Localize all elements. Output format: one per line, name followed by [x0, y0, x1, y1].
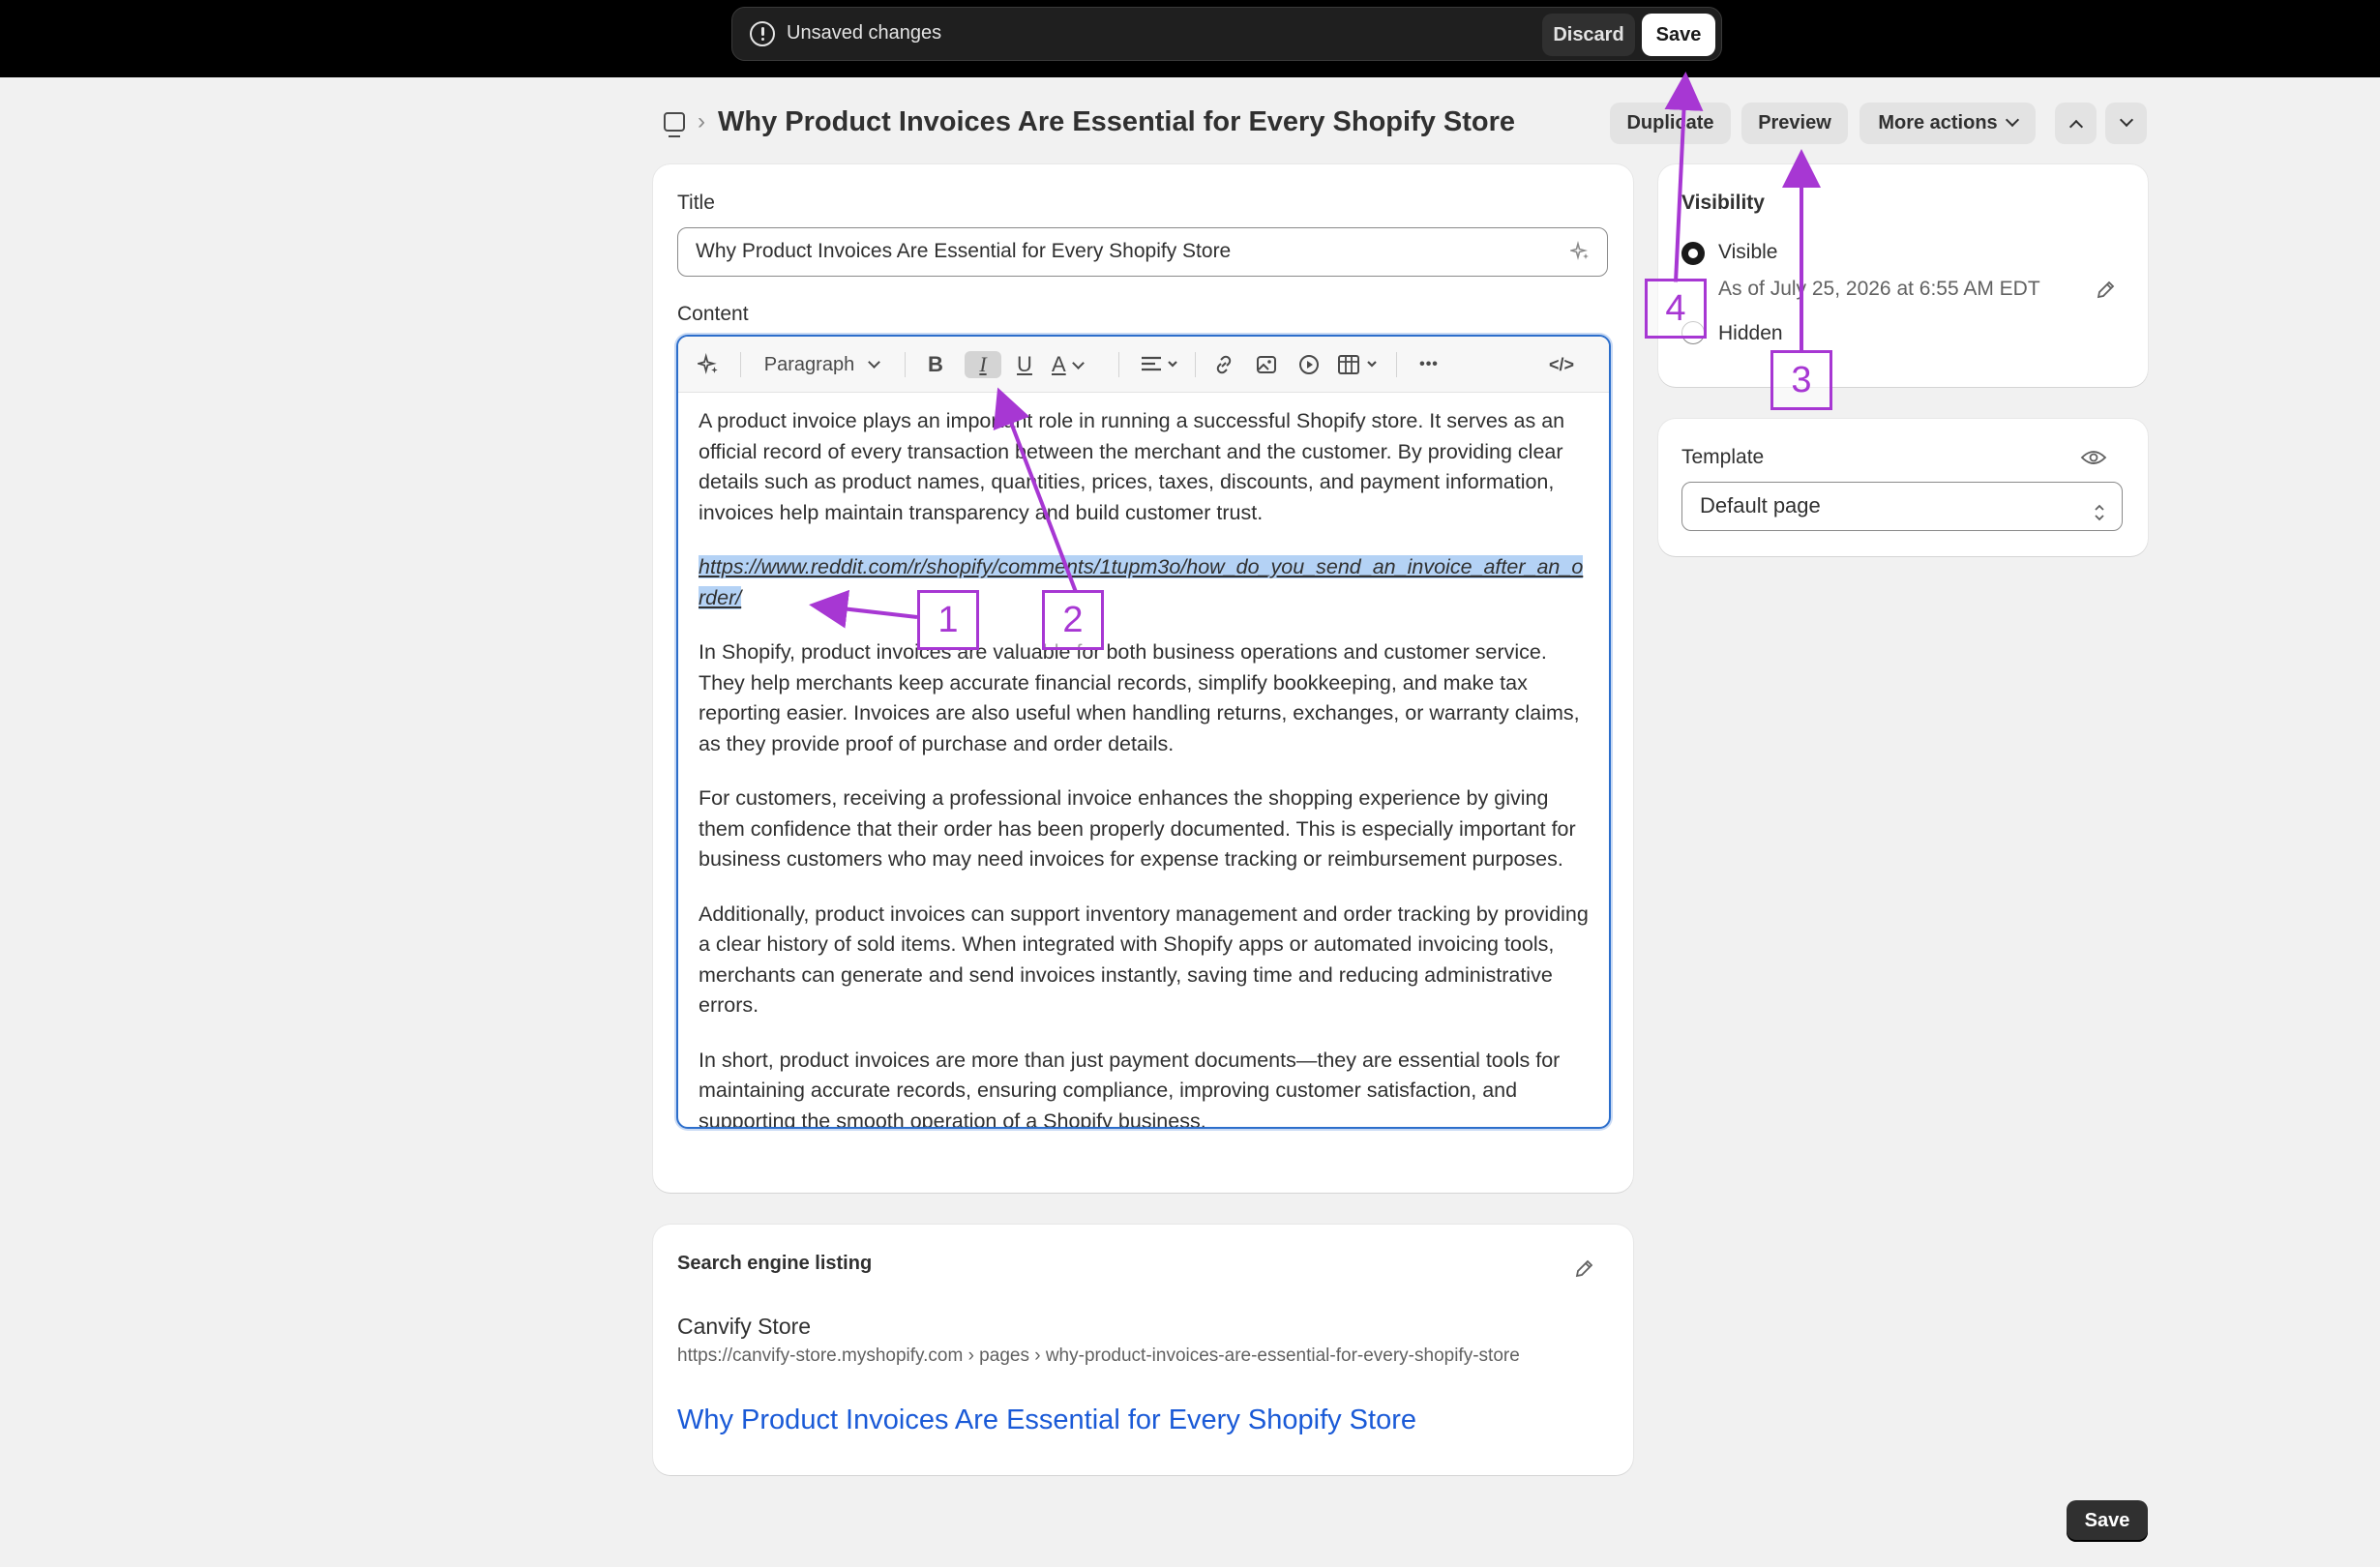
eye-icon[interactable]	[2080, 448, 2107, 472]
annotation-label-3: 3	[1770, 350, 1832, 410]
underline-button[interactable]: U	[1011, 351, 1038, 378]
content-paragraph: In Shopify, product invoices are valuabl…	[699, 640, 1580, 755]
chevron-down-icon	[2005, 112, 2019, 128]
chevron-down-icon	[868, 356, 881, 369]
editor-content[interactable]: A product invoice plays an important rol…	[699, 406, 1589, 1129]
link-icon	[1216, 355, 1232, 374]
chevron-down-icon	[1071, 357, 1085, 370]
more-actions-label: More actions	[1878, 112, 1998, 133]
template-heading: Template	[1681, 446, 1765, 468]
bold-button[interactable]: B	[922, 351, 949, 378]
seo-url: https://canvify-store.myshopify.com › pa…	[677, 1345, 1520, 1366]
text-color-button[interactable]: A	[1052, 351, 1102, 378]
visible-radio[interactable]	[1681, 242, 1705, 265]
editor-toolbar: Paragraph B I U A ••• </>	[678, 337, 1609, 393]
insert-table-button[interactable]	[1336, 351, 1383, 378]
template-card: Template Default page	[1658, 419, 2148, 556]
code-view-button[interactable]: </>	[1545, 351, 1578, 378]
seo-title: Why Product Invoices Are Essential for E…	[677, 1404, 1416, 1435]
sparkle-icon[interactable]	[695, 351, 723, 378]
page-title: Why Product Invoices Are Essential for E…	[718, 106, 1516, 137]
content-paragraph: Additionally, product invoices can suppo…	[699, 902, 1589, 1018]
page-content-card: Title Why Product Invoices Are Essential…	[653, 164, 1633, 1193]
sparkle-icon[interactable]	[1567, 240, 1592, 262]
visibility-card: Visibility Visible As of July 25, 2026 a…	[1658, 164, 2148, 387]
edit-seo-icon[interactable]	[1574, 1257, 1593, 1278]
seo-heading: Search engine listing	[677, 1253, 873, 1274]
insert-video-button[interactable]	[1295, 351, 1323, 378]
insert-link-button[interactable]	[1210, 351, 1237, 378]
table-icon	[1338, 355, 1377, 374]
search-engine-listing-card: Search engine listing Canvify Store http…	[653, 1225, 1633, 1475]
content-label: Content	[677, 303, 749, 325]
toolbar-divider	[1118, 352, 1119, 377]
select-chevrons-icon	[2093, 494, 2106, 541]
unsaved-changes-bar: Unsaved changes Discard Save	[731, 7, 1722, 61]
title-input[interactable]: Why Product Invoices Are Essential for E…	[677, 227, 1608, 277]
title-label: Title	[677, 192, 715, 214]
previous-page-button[interactable]	[2055, 103, 2097, 144]
content-paragraph: For customers, receiving a professional …	[699, 786, 1576, 871]
visibility-heading: Visibility	[1681, 192, 1765, 214]
template-select-value: Default page	[1700, 493, 1821, 517]
align-left-icon	[1142, 356, 1177, 371]
visible-date: As of July 25, 2026 at 6:55 AM EDT	[1718, 278, 2040, 300]
toolbar-divider	[1396, 352, 1397, 377]
rich-text-editor[interactable]: Paragraph B I U A ••• </> A product invo…	[676, 335, 1611, 1129]
paragraph-format-dropdown[interactable]: Paragraph	[754, 351, 889, 378]
insert-image-button[interactable]	[1253, 351, 1280, 378]
seo-store-name: Canvify Store	[677, 1314, 812, 1339]
chevron-down-icon	[2119, 112, 2133, 128]
save-button[interactable]: Save	[1642, 14, 1715, 56]
visible-label: Visible	[1718, 241, 1778, 263]
play-circle-icon	[1299, 355, 1319, 374]
image-icon	[1257, 356, 1276, 373]
align-button[interactable]	[1137, 351, 1183, 378]
content-paragraph: In short, product invoices are more than…	[699, 1048, 1561, 1129]
contextual-save-bar: Unsaved changes Discard Save	[0, 0, 2380, 77]
content-paragraph: A product invoice plays an important rol…	[699, 409, 1565, 524]
italic-button[interactable]: I	[965, 351, 1001, 378]
toolbar-divider	[740, 352, 741, 377]
annotation-label-4: 4	[1645, 279, 1707, 339]
toolbar-divider	[1195, 352, 1196, 377]
pages-icon[interactable]	[664, 112, 685, 137]
breadcrumb-separator: ›	[698, 108, 705, 134]
edit-visibility-date-icon[interactable]	[2096, 279, 2115, 299]
text-color-glyph: A	[1052, 352, 1066, 376]
duplicate-button[interactable]: Duplicate	[1610, 103, 1731, 144]
annotation-label-2: 2	[1042, 590, 1104, 650]
more-actions-button[interactable]: More actions	[1859, 103, 2036, 144]
preview-button[interactable]: Preview	[1741, 103, 1848, 144]
save-button-bottom[interactable]: Save	[2067, 1500, 2148, 1542]
chevron-up-icon	[2068, 119, 2083, 134]
selected-url-text[interactable]: https://www.reddit.com/r/shopify/comment…	[699, 555, 1584, 609]
annotation-label-1: 1	[917, 590, 979, 650]
unsaved-changes-text: Unsaved changes	[787, 22, 942, 44]
discard-button[interactable]: Discard	[1542, 14, 1635, 56]
next-page-button[interactable]	[2105, 103, 2147, 144]
toolbar-divider	[905, 352, 906, 377]
more-formatting-button[interactable]: •••	[1410, 351, 1448, 378]
paragraph-format-label: Paragraph	[763, 354, 855, 375]
template-select[interactable]: Default page	[1681, 482, 2123, 531]
hidden-label: Hidden	[1718, 322, 1783, 344]
alert-circle-icon	[750, 21, 775, 46]
